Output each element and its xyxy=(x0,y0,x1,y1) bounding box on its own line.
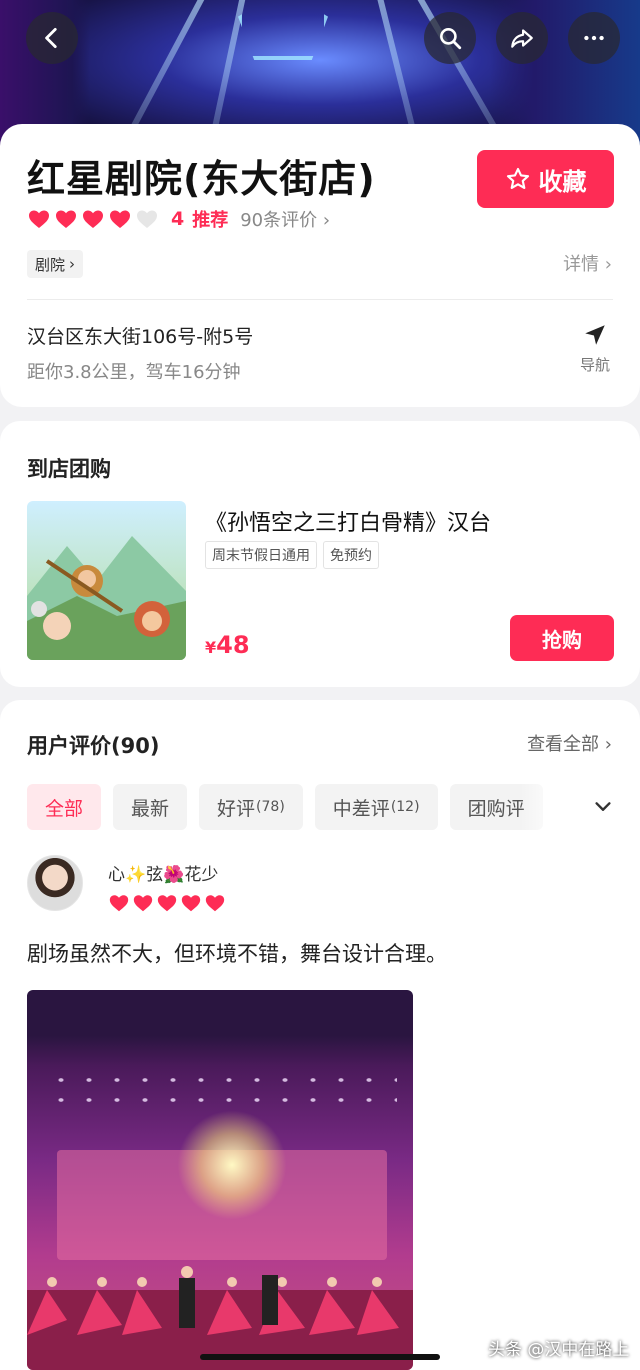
back-button[interactable] xyxy=(26,12,78,64)
review-count: 90条评价 › xyxy=(240,210,331,231)
favorite-button[interactable]: 收藏 xyxy=(477,150,614,208)
share-icon xyxy=(511,29,533,48)
reviews-section-title: 用户评价(90) xyxy=(27,734,160,758)
rating-label: 推荐 xyxy=(192,210,229,231)
deal-section-title: 到店团购 xyxy=(27,457,111,481)
share-button[interactable] xyxy=(496,12,548,64)
heart-filled-icon xyxy=(110,210,130,228)
navigation-label: 导航 xyxy=(579,356,610,374)
details-link[interactable]: 详情 › xyxy=(563,250,612,276)
more-button[interactable] xyxy=(568,12,620,64)
monkey-king-illustration xyxy=(27,536,186,660)
heart-filled-icon xyxy=(29,210,49,228)
distance-info: 距你3.8公里，驾车16分钟 xyxy=(27,362,241,383)
rating-score: 4 xyxy=(171,208,185,230)
deal-tags: 周末节假日通用 免预约 xyxy=(205,541,379,569)
review-text: 剧场虽然不大，但环境不错，舞台设计合理。 xyxy=(27,942,447,966)
heart-filled-icon xyxy=(56,210,76,228)
heart-filled-icon xyxy=(181,895,201,912)
deal-thumbnail[interactable] xyxy=(27,501,186,660)
filter-all[interactable]: 全部 xyxy=(27,784,102,830)
search-button[interactable] xyxy=(424,12,476,64)
heart-filled-icon xyxy=(83,210,103,228)
chevron-right-icon: › xyxy=(69,255,76,273)
filter-positive[interactable]: 好评 (78) xyxy=(199,784,303,830)
avatar[interactable] xyxy=(27,855,83,911)
deal-tag: 免预约 xyxy=(323,541,379,569)
star-icon xyxy=(506,167,529,189)
more-icon xyxy=(584,35,604,41)
view-all-link[interactable]: 查看全部 › xyxy=(527,730,612,756)
heart-filled-icon xyxy=(205,895,225,912)
group-deal-card: 到店团购 《孙悟空之三打白骨精》汉台 周末节假日通用 免预约 ¥48 抢购 xyxy=(0,421,640,687)
view-all-label: 查看全部 xyxy=(527,734,600,755)
heart-filled-icon xyxy=(133,895,153,912)
category-label: 剧院 xyxy=(35,255,66,274)
navigation-button[interactable]: 导航 xyxy=(570,322,620,375)
rating-row[interactable]: 4 推荐 90条评价 › xyxy=(27,206,330,232)
reviewer-rating xyxy=(108,892,226,914)
chevron-left-icon xyxy=(45,27,57,49)
heart-filled-icon xyxy=(157,895,177,912)
review-filters: 全部 最新 好评 (78) 中差评 (12) 团购评 xyxy=(27,784,587,830)
filter-negative[interactable]: 中差评 (12) xyxy=(314,784,438,830)
buy-button[interactable]: 抢购 xyxy=(510,615,614,661)
reviews-card: 用户评价(90) 查看全部 › 全部 最新 好评 (78) 中差评 (12) 团购评… xyxy=(0,700,640,1370)
deal-price: ¥48 xyxy=(205,631,250,659)
address[interactable]: 汉台区东大街106号-附5号 xyxy=(27,322,253,349)
chevron-down-icon[interactable] xyxy=(590,796,616,818)
filter-latest[interactable]: 最新 xyxy=(113,784,188,830)
shop-name: 红星剧院(东大街店) xyxy=(27,157,376,201)
favorite-label: 收藏 xyxy=(538,167,587,196)
review-photo[interactable] xyxy=(27,990,413,1370)
chevron-right-icon: › xyxy=(604,254,612,275)
divider xyxy=(27,299,613,300)
rating-hearts xyxy=(27,207,159,231)
watermark: 头条 @汉中在路上 xyxy=(488,1340,630,1360)
reviewer-name[interactable]: 心✨弦🌺花少 xyxy=(108,860,218,885)
heart-filled-icon xyxy=(109,895,129,912)
chevron-right-icon: › xyxy=(604,734,612,755)
heart-empty-icon xyxy=(137,210,157,228)
deal-tag: 周末节假日通用 xyxy=(205,541,317,569)
details-label: 详情 xyxy=(563,254,600,275)
navigation-arrow-icon xyxy=(585,325,605,345)
category-tag[interactable]: 剧院 › xyxy=(27,250,84,278)
home-indicator[interactable] xyxy=(200,1354,440,1360)
stage-performers xyxy=(27,1266,413,1370)
deal-title[interactable]: 《孙悟空之三打白骨精》汉台 xyxy=(205,505,491,537)
shop-info-card: 红星剧院(东大街店) 收藏 4 推荐 90条评价 › 剧院 › 详情 › 汉台区… xyxy=(0,124,640,407)
search-icon xyxy=(440,28,462,50)
